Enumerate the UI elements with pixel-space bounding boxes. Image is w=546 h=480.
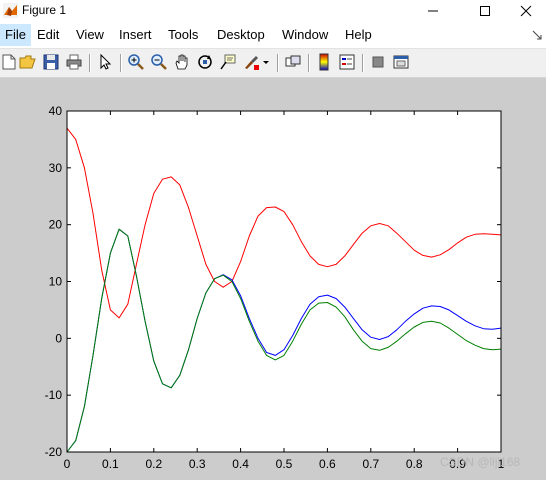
x-tick-label: 0.8	[406, 457, 423, 471]
close-icon	[520, 5, 532, 17]
toolbar-separator	[89, 54, 91, 72]
data-cursor-icon[interactable]	[219, 53, 237, 71]
toolbar-separator	[120, 54, 122, 72]
window-title: Figure 1	[22, 3, 67, 17]
brush-dropdown-icon[interactable]	[262, 53, 270, 71]
link-icon[interactable]	[284, 53, 302, 71]
menu-window[interactable]: Window	[277, 24, 333, 46]
new-figure-icon[interactable]	[0, 53, 18, 71]
open-file-icon[interactable]	[19, 53, 37, 71]
y-tick-label: 20	[49, 218, 63, 232]
figure-toolbar	[0, 48, 546, 78]
save-icon[interactable]	[42, 53, 60, 71]
colorbar-icon[interactable]	[315, 53, 333, 71]
x-tick-label: 0	[64, 457, 71, 471]
menu-view[interactable]: View	[71, 24, 109, 46]
y-tick-label: -10	[45, 388, 63, 402]
pointer-icon[interactable]	[96, 53, 114, 71]
menu-help[interactable]: Help	[340, 24, 377, 46]
y-tick-label: -20	[45, 445, 63, 459]
matlab-logo-icon	[3, 3, 18, 18]
title-bar: Figure 1	[0, 0, 546, 24]
y-tick-label: 40	[49, 104, 63, 118]
menu-bar: File Edit View Insert Tools Desktop Wind…	[0, 24, 546, 46]
hide-tools-icon[interactable]	[369, 53, 387, 71]
menu-edit[interactable]: Edit	[32, 24, 64, 46]
close-button[interactable]	[506, 0, 546, 22]
menu-desktop[interactable]: Desktop	[212, 24, 270, 46]
y-tick-label: 0	[55, 331, 62, 345]
watermark-text: CSDN @lijl168	[440, 455, 521, 469]
figure-canvas: 0 0.1 0.2 0.3 0.4 0.5 0.6 0.7 0.8 0.9 1 -20 -10 0 10 20…	[0, 78, 546, 480]
x-tick-label: 0.4	[232, 457, 249, 471]
menu-expand-arrow-icon[interactable]	[532, 30, 542, 40]
y-tick-label: 30	[49, 161, 63, 175]
axes-background	[67, 111, 501, 452]
line-plot[interactable]: 0 0.1 0.2 0.3 0.4 0.5 0.6 0.7 0.8 0.9 1-20-1001020…	[0, 78, 546, 480]
y-tick-label: 10	[49, 275, 63, 289]
minimize-icon	[428, 10, 438, 12]
maximize-icon	[480, 6, 490, 16]
zoom-out-icon[interactable]	[150, 53, 168, 71]
minimize-button[interactable]	[410, 0, 456, 22]
menu-insert[interactable]: Insert	[114, 24, 157, 46]
zoom-in-icon[interactable]	[127, 53, 145, 71]
maximize-button[interactable]	[462, 0, 508, 22]
menu-file[interactable]: File	[0, 24, 31, 46]
pan-icon[interactable]	[173, 53, 191, 71]
print-icon[interactable]	[65, 53, 83, 71]
dock-icon[interactable]	[392, 53, 410, 71]
x-tick-label: 0.2	[145, 457, 162, 471]
brush-icon[interactable]	[242, 53, 260, 71]
toolbar-separator	[277, 54, 279, 72]
legend-icon[interactable]	[338, 53, 356, 71]
x-tick-label: 0.1	[102, 457, 119, 471]
x-tick-label: 0.3	[189, 457, 206, 471]
x-tick-label: 0.5	[276, 457, 293, 471]
x-tick-label: 0.7	[362, 457, 379, 471]
toolbar-separator	[362, 54, 364, 72]
toolbar-separator	[308, 54, 310, 72]
menu-tools[interactable]: Tools	[163, 24, 203, 46]
rotate-3d-icon[interactable]	[196, 53, 214, 71]
x-tick-label: 0.6	[319, 457, 336, 471]
